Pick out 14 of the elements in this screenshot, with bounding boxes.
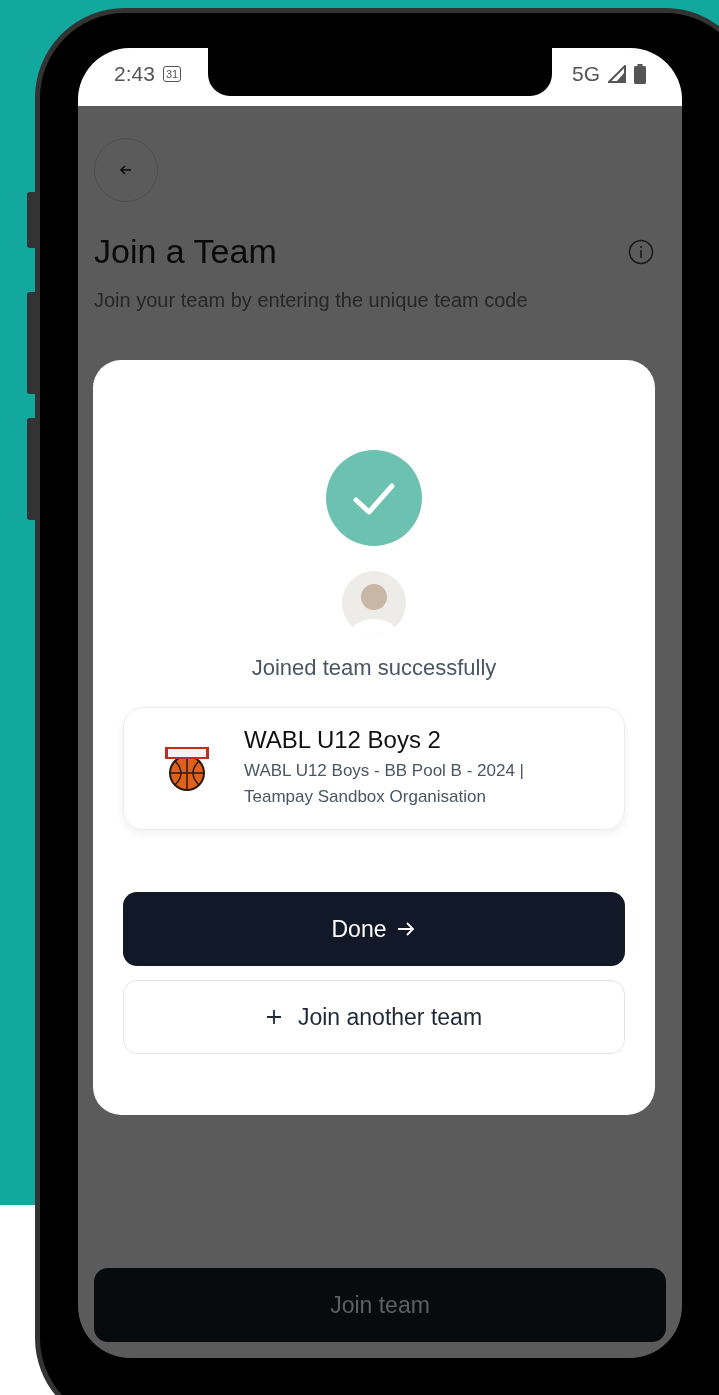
team-details: WABL U12 Boys - BB Pool B - 2024 | Teampay Sandbox Organisation: [244, 760, 525, 808]
clock-time: 2:43: [114, 62, 155, 86]
page-title: Join a Team: [94, 232, 277, 271]
info-icon[interactable]: [628, 238, 654, 265]
plus-icon: [265, 1009, 282, 1025]
calendar-icon: 31: [162, 66, 182, 82]
done-button[interactable]: Done: [123, 892, 625, 966]
success-message: Joined team successfully: [251, 655, 497, 681]
battery-icon: [634, 64, 646, 84]
team-name: WABL U12 Boys 2: [244, 726, 442, 754]
join-another-team-button[interactable]: Join another team: [123, 980, 625, 1054]
network-label: 5G: [572, 62, 600, 86]
signal-icon: [608, 65, 626, 83]
checkmark-icon: [326, 450, 422, 546]
